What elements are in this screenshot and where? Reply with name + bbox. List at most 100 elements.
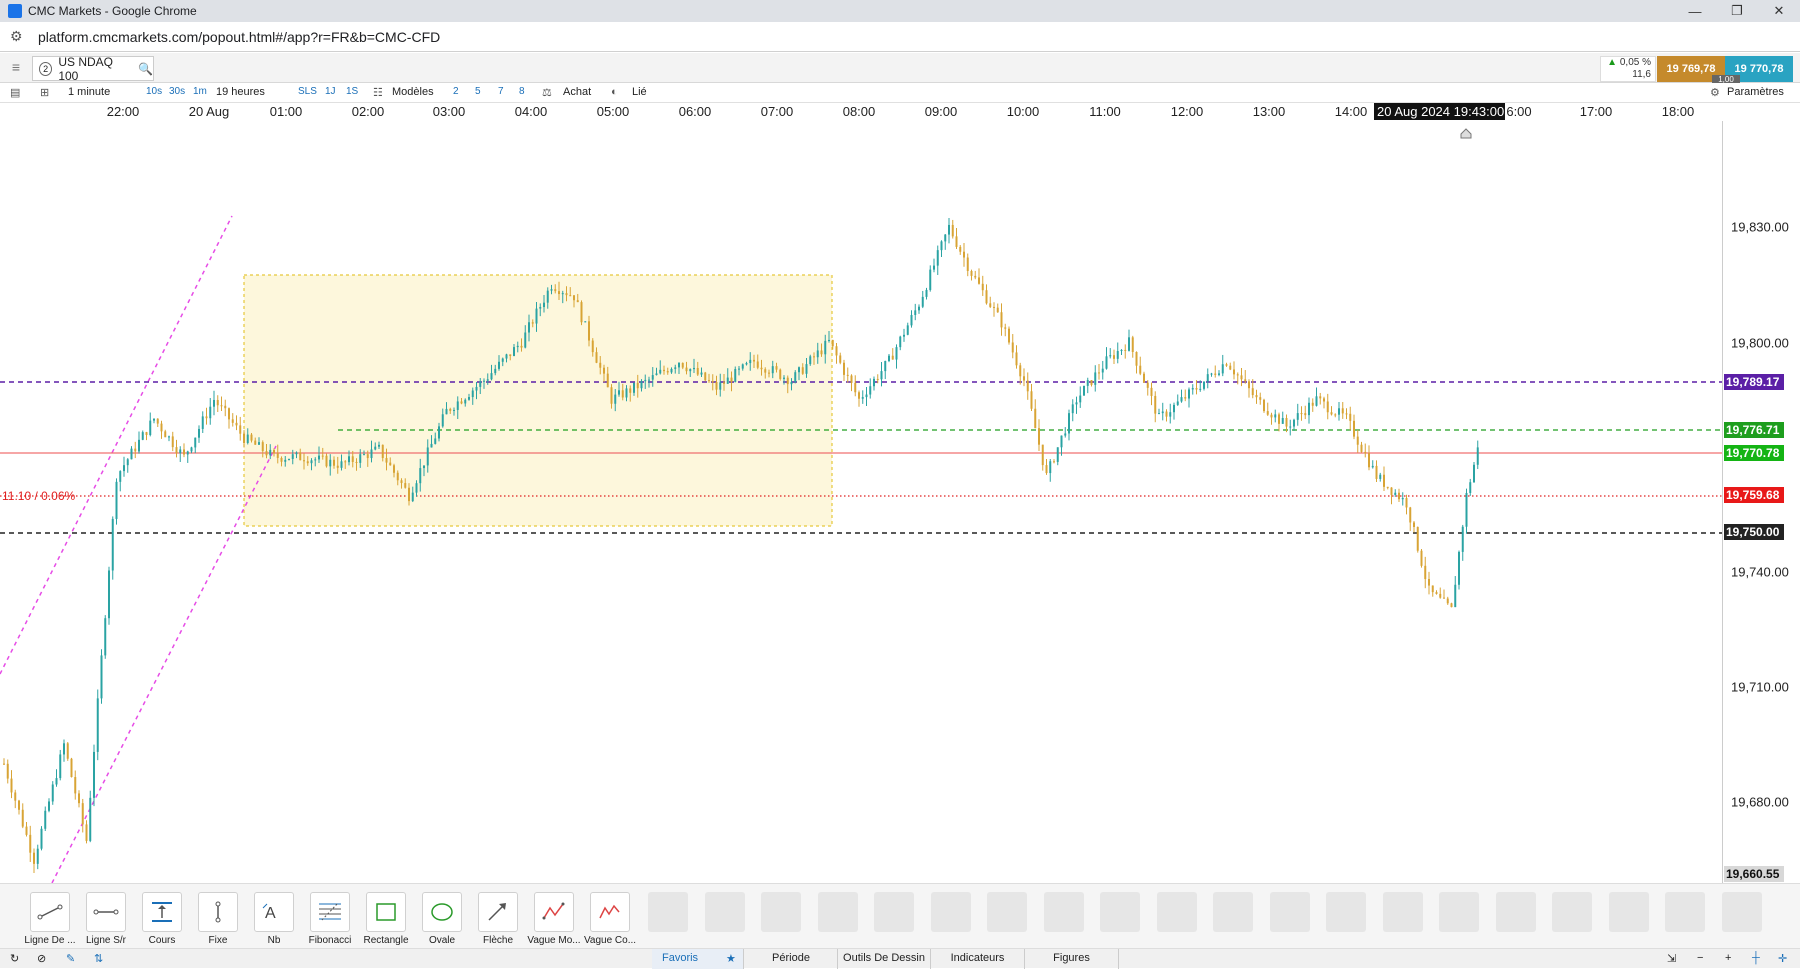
- menu-icon[interactable]: ≡: [6, 59, 26, 77]
- text-icon: A: [262, 903, 276, 922]
- arrow-tool[interactable]: [478, 892, 518, 932]
- price-tool[interactable]: [142, 892, 182, 932]
- address-bar[interactable]: ⚙ platform.cmcmarkets.com/popout.html#/a…: [0, 22, 1800, 52]
- empty-tool-slot[interactable]: [874, 892, 914, 932]
- trend-line-tool[interactable]: [30, 892, 70, 932]
- restore-button[interactable]: ❐: [1716, 0, 1758, 22]
- candle-body: [265, 451, 268, 456]
- swap-icon[interactable]: ⇅: [94, 952, 103, 965]
- layout-5[interactable]: 5: [475, 86, 481, 97]
- refresh-icon[interactable]: ↻: [10, 952, 19, 965]
- crosshair-icon[interactable]: ┼: [1752, 952, 1760, 964]
- templates-button[interactable]: Modèles: [392, 86, 434, 98]
- empty-tool-slot[interactable]: [1721, 892, 1762, 932]
- candle-body: [1443, 597, 1445, 599]
- pencil-icon[interactable]: ✎: [66, 952, 75, 965]
- empty-tool-slot[interactable]: [817, 892, 858, 932]
- tab-drawing-tools[interactable]: Outils De Dessin: [838, 949, 931, 969]
- span-select[interactable]: 19 heures: [216, 86, 265, 98]
- tab-figures[interactable]: Figures: [1025, 949, 1119, 969]
- candle-body: [1165, 411, 1168, 417]
- empty-tool-slot[interactable]: [648, 892, 688, 932]
- cursor-marker-icon[interactable]: [1460, 128, 1472, 139]
- candle-body: [96, 698, 99, 752]
- empty-tool-slot[interactable]: [1326, 892, 1366, 932]
- settings-icon[interactable]: ⚙: [1710, 86, 1720, 99]
- empty-tool-slot[interactable]: [761, 892, 801, 932]
- layout-icon[interactable]: ⊞: [40, 86, 49, 99]
- price-chart[interactable]: [0, 121, 1722, 883]
- wave-tool[interactable]: [534, 892, 574, 932]
- templates-icon[interactable]: ☷: [373, 86, 383, 99]
- empty-tool-slot[interactable]: [1665, 892, 1705, 932]
- empty-tool-slot[interactable]: [1608, 892, 1649, 932]
- list-icon[interactable]: ▤: [10, 86, 20, 99]
- empty-tool-slot[interactable]: [1269, 892, 1310, 932]
- candle-body: [318, 455, 320, 460]
- instrument-tab[interactable]: 2 US NDAQ 100 🔍: [32, 55, 154, 83]
- tab-period[interactable]: Période: [745, 949, 838, 969]
- candle-body: [640, 381, 643, 389]
- zoom-in-icon[interactable]: +: [1725, 952, 1731, 964]
- empty-tool-slot[interactable]: [704, 892, 745, 932]
- candle-body: [933, 265, 935, 270]
- layout-8[interactable]: 8: [519, 86, 525, 97]
- zoom-out-icon[interactable]: −: [1697, 952, 1703, 964]
- empty-tool-slot[interactable]: [930, 892, 971, 932]
- candle-body: [528, 322, 530, 333]
- empty-tool-slot[interactable]: [1213, 892, 1253, 932]
- black-price-label: 19,750.00: [1724, 524, 1784, 540]
- empty-tool-slot[interactable]: [1495, 892, 1536, 932]
- wave2-tool[interactable]: [590, 892, 630, 932]
- layout-2[interactable]: 2: [453, 86, 459, 97]
- channel-line-upper[interactable]: [0, 215, 233, 675]
- buy-icon[interactable]: ⚖: [542, 86, 552, 99]
- period-1s[interactable]: 1S: [346, 86, 358, 97]
- url-text[interactable]: platform.cmcmarkets.com/popout.html#/app…: [38, 29, 440, 45]
- candle-body: [685, 367, 688, 372]
- empty-tool-slot[interactable]: [1382, 892, 1423, 932]
- tab-favorites[interactable]: Favoris ★: [652, 949, 744, 969]
- rectangle-drawing[interactable]: [243, 274, 833, 527]
- interval-10s[interactable]: 10s: [146, 86, 162, 97]
- minimize-button[interactable]: —: [1674, 0, 1716, 22]
- candle-body: [78, 793, 80, 804]
- cancel-icon[interactable]: ⊘: [37, 952, 46, 965]
- settings-button[interactable]: Paramètres: [1727, 86, 1784, 98]
- empty-tool-slot[interactable]: [1552, 892, 1592, 932]
- site-settings-icon[interactable]: ⚙: [10, 28, 28, 45]
- candle-body: [239, 425, 242, 434]
- close-button[interactable]: ✕: [1758, 0, 1800, 22]
- period-1j[interactable]: 1J: [325, 86, 336, 97]
- candle-body: [1458, 551, 1460, 585]
- period-sls[interactable]: SLS: [298, 86, 317, 97]
- empty-tool-slot[interactable]: [1043, 892, 1084, 932]
- crosshair-lock-icon[interactable]: ✛: [1778, 952, 1787, 965]
- empty-tool-slot[interactable]: [987, 892, 1027, 932]
- tab-indicators[interactable]: Indicateurs: [931, 949, 1025, 969]
- interval-select[interactable]: 1 minute: [68, 86, 110, 98]
- empty-tool-slot[interactable]: [1100, 892, 1140, 932]
- empty-tool-slot[interactable]: [1439, 892, 1479, 932]
- interval-1m[interactable]: 1m: [193, 86, 207, 97]
- fibonacci-tool[interactable]: [310, 892, 350, 932]
- fixed-tool[interactable]: [198, 892, 238, 932]
- time-tick: 18:00: [1661, 104, 1695, 119]
- candle-body: [63, 743, 65, 755]
- search-icon[interactable]: 🔍: [138, 62, 153, 76]
- interval-30s[interactable]: 30s: [169, 86, 185, 97]
- candle-body: [891, 355, 894, 360]
- sr-line-tool[interactable]: [86, 892, 126, 932]
- candle-body: [644, 379, 647, 382]
- channel-line-lower[interactable]: [51, 445, 277, 883]
- text-tool[interactable]: A: [254, 892, 294, 932]
- candle-body: [1184, 397, 1187, 399]
- rectangle-tool[interactable]: [366, 892, 406, 932]
- linked-button[interactable]: Lié: [632, 86, 647, 98]
- buy-button[interactable]: Achat: [563, 86, 591, 98]
- link-icon[interactable]: ◐: [611, 86, 618, 98]
- empty-tool-slot[interactable]: [1156, 892, 1197, 932]
- fit-icon[interactable]: ⇲: [1667, 952, 1676, 965]
- layout-7[interactable]: 7: [498, 86, 504, 97]
- oval-tool[interactable]: [422, 892, 462, 932]
